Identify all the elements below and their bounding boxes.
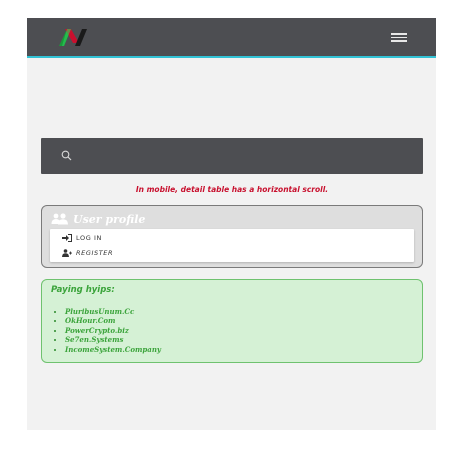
register-link[interactable]: REGISTER	[62, 246, 113, 260]
search-icon[interactable]	[61, 150, 72, 161]
list-item[interactable]: IncomeSystem.Company	[65, 345, 161, 354]
list-item[interactable]: OkHour.Com	[65, 316, 161, 325]
users-icon	[51, 213, 68, 225]
user-profile-panel: User profile LOG IN REGISTER	[41, 205, 423, 268]
hamburger-icon[interactable]	[391, 33, 407, 43]
mobile-notice: In mobile, detail table has a horizontal…	[135, 185, 329, 194]
search-bar[interactable]	[41, 138, 423, 174]
list-item[interactable]: PowerCrypto.biz	[65, 326, 161, 335]
paying-hyips-list: PluribusUnum.Cc OkHour.Com PowerCrypto.b…	[51, 307, 161, 354]
list-item[interactable]: PluribusUnum.Cc	[65, 307, 161, 316]
paying-hyips-title: Paying hyips:	[51, 285, 115, 295]
login-label: LOG IN	[76, 234, 102, 242]
hamburger-line	[391, 33, 407, 35]
user-profile-header: User profile	[51, 211, 145, 227]
list-item[interactable]: Se7en.Systems	[65, 335, 161, 344]
nv-logo-icon[interactable]	[57, 26, 89, 48]
hamburger-line	[391, 40, 407, 42]
navbar	[27, 18, 436, 58]
user-profile-menu: LOG IN REGISTER	[50, 229, 414, 262]
register-label: REGISTER	[76, 249, 114, 257]
login-link[interactable]: LOG IN	[62, 231, 102, 245]
paying-hyips-panel: Paying hyips: PluribusUnum.Cc OkHour.Com…	[41, 279, 423, 363]
sign-in-icon	[62, 234, 72, 242]
page-frame: In mobile, detail table has a horizontal…	[27, 18, 436, 430]
hamburger-line	[391, 36, 407, 38]
user-profile-title: User profile	[73, 212, 146, 226]
user-plus-icon	[62, 249, 72, 257]
